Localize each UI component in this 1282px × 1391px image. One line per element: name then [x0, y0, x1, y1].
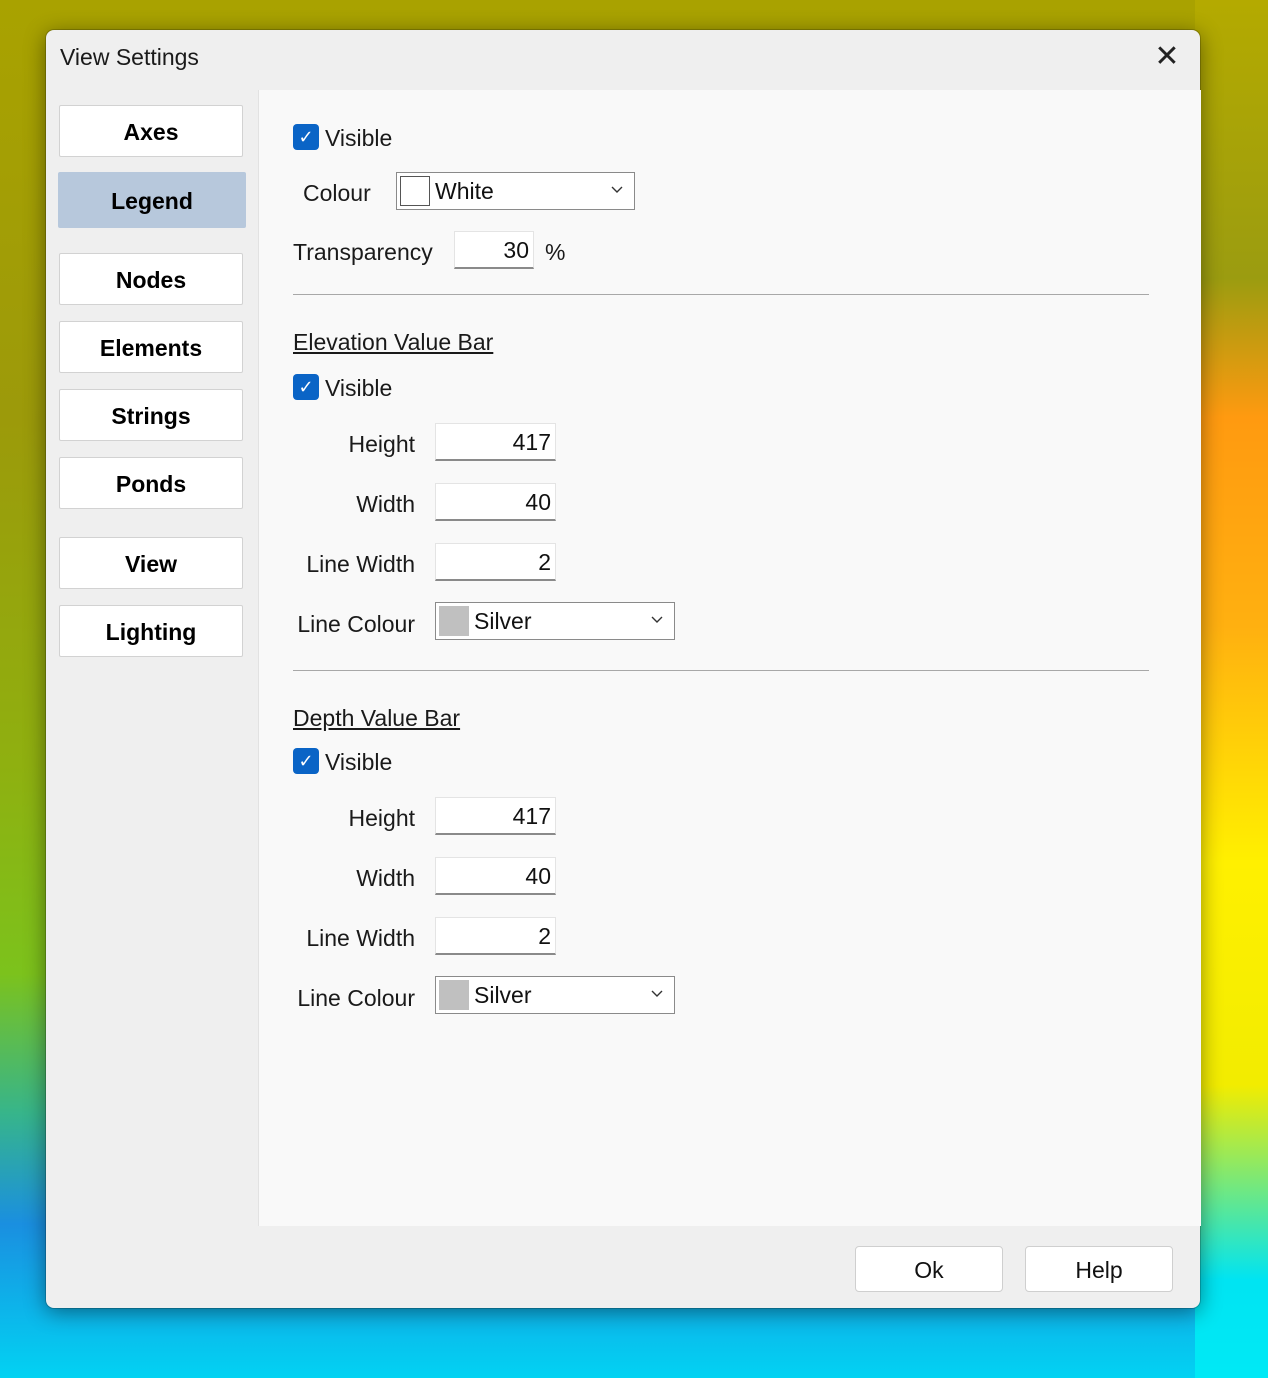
- elevation-width-label: Width: [356, 491, 415, 517]
- depth-width-input[interactable]: 40: [435, 857, 556, 895]
- chevron-down-icon: [651, 990, 663, 997]
- depth-visible-checkbox[interactable]: ✓: [293, 748, 319, 774]
- elevation-height-input[interactable]: 417: [435, 423, 556, 461]
- ok-button[interactable]: Ok: [855, 1246, 1003, 1292]
- legend-visible-label: Visible: [325, 125, 393, 151]
- nav-elements-button[interactable]: Elements: [59, 321, 243, 373]
- background-margin-right: [1268, 0, 1282, 1391]
- nav-ponds-button[interactable]: Ponds: [59, 457, 243, 509]
- elevation-visible-checkbox[interactable]: ✓: [293, 374, 319, 400]
- chevron-down-icon: [611, 186, 623, 193]
- chevron-down-icon: [651, 616, 663, 623]
- depth-line-colour-select[interactable]: Silver: [435, 976, 675, 1014]
- section-divider: [293, 670, 1149, 671]
- elevation-line-width-input[interactable]: 2: [435, 543, 556, 581]
- depth-line-colour-label: Line Colour: [297, 985, 415, 1011]
- nav-lighting-button[interactable]: Lighting: [59, 605, 243, 657]
- background-margin-bottom: [0, 1378, 1282, 1391]
- elevation-width-input[interactable]: 40: [435, 483, 556, 521]
- elevation-visible-label: Visible: [325, 375, 393, 401]
- transparency-label: Transparency: [293, 239, 433, 265]
- legend-colour-select[interactable]: White: [396, 172, 635, 210]
- elevation-height-label: Height: [348, 431, 415, 457]
- elevation-line-width-label: Line Width: [306, 551, 415, 577]
- elevation-line-colour-label: Line Colour: [297, 611, 415, 637]
- depth-height-label: Height: [348, 805, 415, 831]
- legend-colour-label: Colour: [303, 180, 371, 206]
- elevation-bar-section-title: Elevation Value Bar: [293, 329, 494, 355]
- nav-axes-button[interactable]: Axes: [59, 105, 243, 157]
- legend-colour-value: White: [435, 178, 494, 204]
- help-button[interactable]: Help: [1025, 1246, 1173, 1292]
- section-divider: [293, 294, 1149, 295]
- dialog-title: View Settings: [60, 44, 199, 70]
- elevation-line-colour-value: Silver: [474, 608, 532, 634]
- depth-line-width-input[interactable]: 2: [435, 917, 556, 955]
- nav-view-button[interactable]: View: [59, 537, 243, 589]
- colour-swatch: [400, 176, 430, 206]
- nav-nodes-button[interactable]: Nodes: [59, 253, 243, 305]
- depth-height-input[interactable]: 417: [435, 797, 556, 835]
- depth-width-label: Width: [356, 865, 415, 891]
- depth-line-colour-value: Silver: [474, 982, 532, 1008]
- depth-visible-label: Visible: [325, 749, 393, 775]
- colour-swatch: [439, 980, 469, 1010]
- depth-line-width-label: Line Width: [306, 925, 415, 951]
- colour-swatch: [439, 606, 469, 636]
- elevation-line-colour-select[interactable]: Silver: [435, 602, 675, 640]
- transparency-unit: %: [545, 239, 566, 265]
- depth-bar-section-title: Depth Value Bar: [293, 705, 461, 731]
- check-icon: ✓: [298, 377, 314, 397]
- check-icon: ✓: [298, 751, 314, 771]
- transparency-input[interactable]: 30: [454, 231, 534, 269]
- check-icon: ✓: [298, 127, 314, 147]
- close-icon[interactable]: ✕: [1150, 40, 1184, 74]
- legend-settings-panel: ✓ Visible Colour White Transparency 30 %…: [258, 90, 1201, 1226]
- legend-visible-checkbox[interactable]: ✓: [293, 124, 319, 150]
- nav-legend-button[interactable]: Legend: [58, 172, 246, 228]
- view-settings-dialog: View Settings ✕ Axes Legend Nodes Elemen…: [46, 30, 1201, 1308]
- nav-strings-button[interactable]: Strings: [59, 389, 243, 441]
